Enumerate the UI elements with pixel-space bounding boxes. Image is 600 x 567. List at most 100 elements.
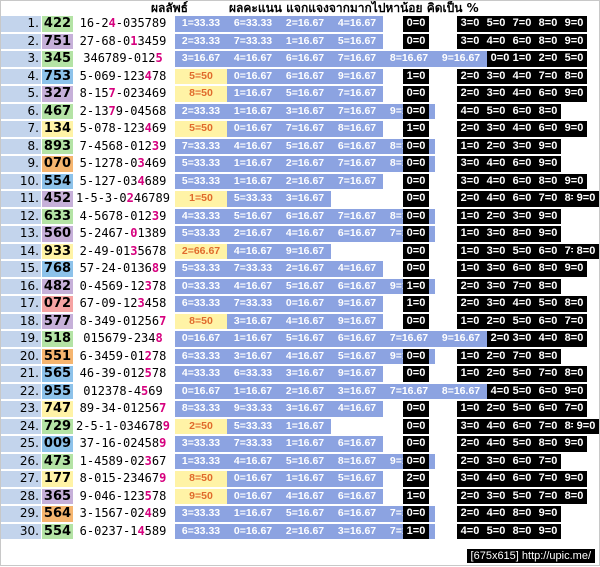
table-row: 15. 768 57-24-013689 5=33.33 7=33.33 2=16.67 4… <box>1 260 600 278</box>
percent-cell: 5=16.67 <box>331 471 383 487</box>
percent-cell: 1=50 <box>175 191 227 207</box>
result-value: 177 <box>42 471 73 487</box>
zero-cell: 8=0 <box>509 506 535 522</box>
zero-cell: 3=0 <box>483 261 509 277</box>
digit-pattern: 6-0237-14589 <box>79 523 167 538</box>
result-value: 365 <box>42 488 73 504</box>
table-row: 14. 933 2-49-0135678 2=66.67 4=16.67 9=16.67 0… <box>1 243 600 261</box>
percent-cell: 7=33.33 <box>227 296 279 312</box>
percent-cell: 3=16.67 <box>227 313 279 329</box>
zero-cell: 9=0 <box>561 261 587 277</box>
row-number: 8. <box>1 138 41 154</box>
digit-pattern: 57-24-013689 <box>79 261 167 275</box>
percent-cell: 4=16.67 <box>331 16 383 32</box>
frame: ผลลัพธ์ ผลคะแนน แจกแจงจากมากไปหาน้อย คิด… <box>0 0 600 566</box>
percent-cell: 1=33.33 <box>175 16 227 32</box>
zero-cell: 4=0 <box>483 418 509 434</box>
zero-cell: 2=0 <box>483 348 509 364</box>
digit-pattern: 346789-0125 <box>83 51 163 65</box>
zero-cell: 8=0 <box>561 366 587 382</box>
zero-cell: 3=0 <box>483 278 509 294</box>
result-value: 753 <box>42 68 73 84</box>
zero-cell: 2=0 <box>483 313 509 329</box>
percent-cell: 3=16.67 <box>279 191 331 207</box>
percent-cell: 2=50 <box>175 418 227 434</box>
percent-cell: 7=16.67 <box>331 173 383 189</box>
row-number: 30. <box>1 523 41 539</box>
score-column-header: ผลคะแนน แจกแจงจากมากไปหาน้อย คิดเป็น % <box>229 1 479 15</box>
row-number: 20. <box>1 348 41 364</box>
percent-cell: 2=16.67 <box>279 261 331 277</box>
row-number: 7. <box>1 121 41 137</box>
zero-cell: 9=0 <box>535 506 561 522</box>
percent-cell: 8=16.67 <box>331 453 383 469</box>
table-row: 19. 518 015679-2348 0=16.67 1=16.67 5=16.67 6=… <box>1 330 600 348</box>
digit-pattern: 2-49-0135678 <box>79 243 167 258</box>
percent-cell: 7=16.67 <box>383 383 435 399</box>
percent-cell: 7=16.67 <box>331 156 383 172</box>
zero-cell: 4=0 <box>483 471 509 487</box>
zero-cell: 6=0 <box>509 261 535 277</box>
result-column-header: ผลลัพธ์ <box>151 1 188 15</box>
percent-cell: 2=66.67 <box>175 243 227 259</box>
zero-cell: 7=0 <box>535 366 561 382</box>
zero-cell: 6=0 <box>509 156 535 172</box>
zero-cell: 1=0 <box>403 296 429 312</box>
zero-cell: 2=0 <box>457 453 483 469</box>
row-number: 3. <box>1 51 41 67</box>
zero-cell: 7=0 <box>509 16 535 32</box>
percent-cell: 9=16.67 <box>331 366 383 382</box>
zero-cell: 3=0 <box>483 68 509 84</box>
percent-cell: 3=16.67 <box>175 51 227 67</box>
digit-pattern: 3-1567-02489 <box>79 506 167 520</box>
percent-cell: 4=33.33 <box>175 366 227 382</box>
result-value: 422 <box>42 16 73 32</box>
zero-cell: 3=0 <box>457 156 483 172</box>
percent-cell: 7=33.33 <box>227 261 279 277</box>
percent-cell: 6=33.33 <box>175 296 227 312</box>
row-number: 26. <box>1 453 41 469</box>
percent-cell: 7=16.67 <box>331 103 383 119</box>
row-number: 21. <box>1 366 41 382</box>
zero-cell: 2=0 <box>483 138 509 154</box>
zero-cell: 8=0 <box>509 226 535 242</box>
zero-cell: 4=0 <box>509 86 535 102</box>
percent-cell: 6=33.33 <box>227 366 279 382</box>
zero-cell: 3=0 <box>483 243 509 259</box>
percent-cell: 1=16.67 <box>227 383 279 399</box>
percent-cell: 5=16.67 <box>331 348 383 364</box>
row-number: 15. <box>1 261 41 277</box>
percent-cell: 9=16.67 <box>435 331 487 347</box>
result-value: 751 <box>42 33 73 49</box>
table-row: 30. 554 6-0237-14589 6=33.33 0=16.67 2=16.67 3… <box>1 523 600 541</box>
result-value: 554 <box>42 523 73 539</box>
zero-cell: 6=0 <box>509 191 535 207</box>
zero-cell: 6=0 <box>535 243 561 259</box>
percent-cell: 4=16.67 <box>279 226 331 242</box>
zero-cell: 2=0 <box>483 401 509 417</box>
percent-cell: 1=16.67 <box>227 156 279 172</box>
percent-cell: 5=16.67 <box>279 86 331 102</box>
result-value: 893 <box>42 138 73 154</box>
watermark: [675x615] http://upic.me/ <box>466 549 595 563</box>
table-row: 3. 345 346789-0125 3=16.67 4=16.67 6=16.67 7=1… <box>1 50 600 68</box>
zero-cell: 6=0 <box>509 103 535 119</box>
percent-cell: 6=16.67 <box>331 488 383 504</box>
row-number: 12. <box>1 208 41 224</box>
zero-cell: 8=0 <box>561 488 587 504</box>
table-row: 21. 565 46-39-012578 4=33.33 6=33.33 3=16.67 9… <box>1 365 600 383</box>
percent-cell: 9=33.33 <box>227 401 279 417</box>
digit-pattern: 37-16-024589 <box>79 436 167 450</box>
digit-pattern: 5-1278-03469 <box>79 156 167 170</box>
zero-cell: 1=0 <box>403 278 429 294</box>
zero-cell: 3=0 <box>457 33 483 49</box>
percent-cell: 6=16.67 <box>331 138 383 154</box>
row-number: 14. <box>1 243 41 259</box>
zero-cell: 7=0 <box>535 191 561 207</box>
percent-cell: 5=16.67 <box>331 33 383 49</box>
zero-cell: 2=0 <box>457 436 483 452</box>
digit-pattern: 1-5-3-0246789 <box>76 191 170 205</box>
percent-cell: 2=16.67 <box>279 16 331 32</box>
zero-cell: 7=0 <box>561 401 587 417</box>
percent-cell: 0=16.67 <box>227 471 279 487</box>
